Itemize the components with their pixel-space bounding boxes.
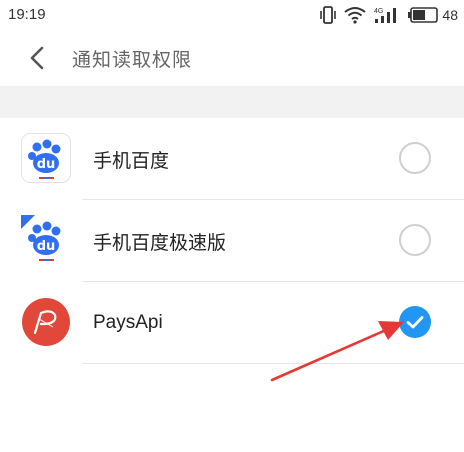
battery-level: 48 — [442, 7, 458, 23]
divider — [82, 363, 464, 364]
baidu-lite-app-icon: du — [21, 215, 61, 261]
status-time: 19:19 — [8, 6, 46, 23]
radio-checked[interactable] — [399, 306, 431, 338]
svg-text:4G: 4G — [374, 8, 383, 15]
wifi-icon — [344, 7, 367, 24]
status-bar: 19:19 4G 48 — [0, 0, 464, 30]
app-name: PaysApi — [93, 312, 163, 333]
checkmark-icon — [406, 316, 424, 329]
signal-4g-icon: 4G — [374, 8, 397, 23]
list-item-baidu[interactable]: du 手机百度 — [0, 118, 464, 200]
list-item-paysapi[interactable]: PaysApi — [0, 282, 464, 364]
chevron-left-icon[interactable] — [26, 46, 50, 70]
app-name: 手机百度 — [93, 150, 170, 172]
page-title: 通知读取权限 — [72, 49, 193, 71]
section-separator — [0, 86, 464, 118]
baidu-app-icon: du — [21, 133, 71, 183]
svg-text:du: du — [37, 239, 56, 254]
status-icons: 4G 48 — [320, 5, 458, 25]
battery-icon — [408, 7, 439, 23]
radio-unchecked[interactable] — [399, 142, 431, 174]
list-item-baidu-lite[interactable]: du 手机百度极速版 — [0, 200, 464, 282]
paysapi-app-icon — [22, 298, 70, 346]
radio-unchecked[interactable] — [399, 224, 431, 256]
app-list: du 手机百度 du 手机百度极速版 PaysApi — [0, 118, 464, 364]
app-name: 手机百度极速版 — [93, 232, 227, 254]
vibrate-icon — [320, 6, 337, 24]
title-bar: 通知读取权限 — [0, 30, 464, 86]
svg-text:du: du — [37, 157, 56, 172]
